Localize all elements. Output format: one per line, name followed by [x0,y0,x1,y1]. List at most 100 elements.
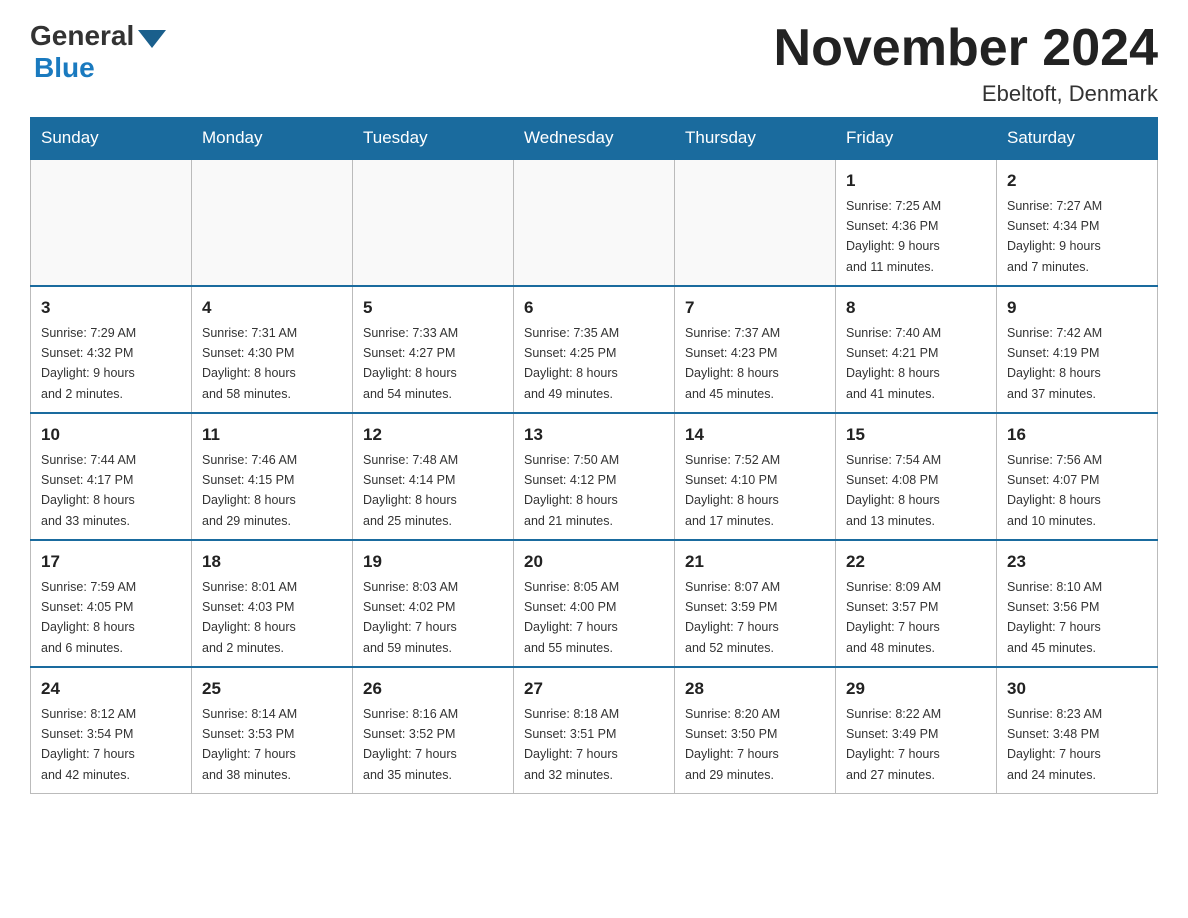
day-sun-info: Sunrise: 7:42 AM Sunset: 4:19 PM Dayligh… [1007,326,1102,401]
calendar-cell: 11 Sunrise: 7:46 AM Sunset: 4:15 PM Dayli… [192,413,353,540]
day-sun-info: Sunrise: 8:14 AM Sunset: 3:53 PM Dayligh… [202,707,297,782]
calendar-cell: 15 Sunrise: 7:54 AM Sunset: 4:08 PM Dayli… [836,413,997,540]
calendar-cell: 4 Sunrise: 7:31 AM Sunset: 4:30 PM Daylig… [192,286,353,413]
day-number: 5 [363,295,503,321]
calendar-cell: 17 Sunrise: 7:59 AM Sunset: 4:05 PM Dayli… [31,540,192,667]
day-sun-info: Sunrise: 8:12 AM Sunset: 3:54 PM Dayligh… [41,707,136,782]
calendar-cell: 24Sunrise: 8:12 AM Sunset: 3:54 PM Dayli… [31,667,192,794]
calendar-cell [514,159,675,286]
day-number: 6 [524,295,664,321]
calendar-week-row: 17 Sunrise: 7:59 AM Sunset: 4:05 PM Dayli… [31,540,1158,667]
day-sun-info: Sunrise: 8:01 AM Sunset: 4:03 PM Dayligh… [202,580,297,655]
day-number: 27 [524,676,664,702]
day-sun-info: Sunrise: 8:18 AM Sunset: 3:51 PM Dayligh… [524,707,619,782]
calendar-cell: 2 Sunrise: 7:27 AM Sunset: 4:34 PM Daylig… [997,159,1158,286]
day-sun-info: Sunrise: 7:50 AM Sunset: 4:12 PM Dayligh… [524,453,619,528]
day-sun-info: Sunrise: 8:07 AM Sunset: 3:59 PM Dayligh… [685,580,780,655]
day-number: 8 [846,295,986,321]
calendar-cell: 27 Sunrise: 8:18 AM Sunset: 3:51 PM Dayli… [514,667,675,794]
day-number: 26 [363,676,503,702]
calendar-cell [192,159,353,286]
day-number: 12 [363,422,503,448]
calendar-cell: 28Sunrise: 8:20 AM Sunset: 3:50 PM Dayli… [675,667,836,794]
day-number: 19 [363,549,503,575]
day-sun-info: Sunrise: 8:05 AM Sunset: 4:00 PM Dayligh… [524,580,619,655]
month-title: November 2024 [774,20,1158,77]
calendar-cell: 6Sunrise: 7:35 AM Sunset: 4:25 PM Daylig… [514,286,675,413]
weekday-header-wednesday: Wednesday [514,118,675,160]
day-number: 21 [685,549,825,575]
calendar-cell: 26Sunrise: 8:16 AM Sunset: 3:52 PM Dayli… [353,667,514,794]
day-number: 30 [1007,676,1147,702]
logo-general-text: General [30,20,134,52]
day-sun-info: Sunrise: 7:54 AM Sunset: 4:08 PM Dayligh… [846,453,941,528]
day-number: 4 [202,295,342,321]
logo: General Blue [30,20,166,84]
logo-triangle-icon [138,30,166,48]
weekday-header-friday: Friday [836,118,997,160]
day-sun-info: Sunrise: 8:23 AM Sunset: 3:48 PM Dayligh… [1007,707,1102,782]
day-sun-info: Sunrise: 7:27 AM Sunset: 4:34 PM Dayligh… [1007,199,1102,274]
day-number: 3 [41,295,181,321]
weekday-header-monday: Monday [192,118,353,160]
day-sun-info: Sunrise: 7:31 AM Sunset: 4:30 PM Dayligh… [202,326,297,401]
calendar-cell: 10 Sunrise: 7:44 AM Sunset: 4:17 PM Dayli… [31,413,192,540]
calendar-cell [675,159,836,286]
day-sun-info: Sunrise: 7:37 AM Sunset: 4:23 PM Dayligh… [685,326,780,401]
calendar-cell: 22 Sunrise: 8:09 AM Sunset: 3:57 PM Dayli… [836,540,997,667]
title-section: November 2024 Ebeltoft, Denmark [774,20,1158,107]
day-number: 29 [846,676,986,702]
day-sun-info: Sunrise: 7:44 AM Sunset: 4:17 PM Dayligh… [41,453,136,528]
day-number: 28 [685,676,825,702]
calendar-cell: 8Sunrise: 7:40 AM Sunset: 4:21 PM Daylig… [836,286,997,413]
calendar-cell [31,159,192,286]
day-number: 1 [846,168,986,194]
day-number: 7 [685,295,825,321]
calendar-cell: 7 Sunrise: 7:37 AM Sunset: 4:23 PM Daylig… [675,286,836,413]
calendar-cell: 23 Sunrise: 8:10 AM Sunset: 3:56 PM Dayli… [997,540,1158,667]
day-sun-info: Sunrise: 7:46 AM Sunset: 4:15 PM Dayligh… [202,453,297,528]
day-number: 16 [1007,422,1147,448]
calendar-week-row: 3 Sunrise: 7:29 AM Sunset: 4:32 PM Daylig… [31,286,1158,413]
day-number: 13 [524,422,664,448]
weekday-header-thursday: Thursday [675,118,836,160]
calendar-cell: 25 Sunrise: 8:14 AM Sunset: 3:53 PM Dayli… [192,667,353,794]
day-number: 25 [202,676,342,702]
day-sun-info: Sunrise: 8:10 AM Sunset: 3:56 PM Dayligh… [1007,580,1102,655]
day-number: 20 [524,549,664,575]
day-number: 11 [202,422,342,448]
calendar-week-row: 24Sunrise: 8:12 AM Sunset: 3:54 PM Dayli… [31,667,1158,794]
weekday-header-tuesday: Tuesday [353,118,514,160]
day-number: 14 [685,422,825,448]
day-sun-info: Sunrise: 7:29 AM Sunset: 4:32 PM Dayligh… [41,326,136,401]
day-number: 15 [846,422,986,448]
calendar-cell: 30 Sunrise: 8:23 AM Sunset: 3:48 PM Dayli… [997,667,1158,794]
weekday-header-saturday: Saturday [997,118,1158,160]
day-sun-info: Sunrise: 7:33 AM Sunset: 4:27 PM Dayligh… [363,326,458,401]
day-number: 22 [846,549,986,575]
calendar-cell: 14 Sunrise: 7:52 AM Sunset: 4:10 PM Dayli… [675,413,836,540]
calendar-week-row: 1 Sunrise: 7:25 AM Sunset: 4:36 PM Daylig… [31,159,1158,286]
calendar-week-row: 10 Sunrise: 7:44 AM Sunset: 4:17 PM Dayli… [31,413,1158,540]
day-sun-info: Sunrise: 8:22 AM Sunset: 3:49 PM Dayligh… [846,707,941,782]
day-number: 23 [1007,549,1147,575]
day-number: 10 [41,422,181,448]
day-sun-info: Sunrise: 7:52 AM Sunset: 4:10 PM Dayligh… [685,453,780,528]
day-sun-info: Sunrise: 8:09 AM Sunset: 3:57 PM Dayligh… [846,580,941,655]
calendar-cell: 18 Sunrise: 8:01 AM Sunset: 4:03 PM Dayli… [192,540,353,667]
calendar-cell: 3 Sunrise: 7:29 AM Sunset: 4:32 PM Daylig… [31,286,192,413]
calendar-cell: 19Sunrise: 8:03 AM Sunset: 4:02 PM Dayli… [353,540,514,667]
calendar-table: SundayMondayTuesdayWednesdayThursdayFrid… [30,117,1158,794]
logo-blue-text: Blue [34,52,95,84]
day-number: 2 [1007,168,1147,194]
day-number: 18 [202,549,342,575]
calendar-cell: 12Sunrise: 7:48 AM Sunset: 4:14 PM Dayli… [353,413,514,540]
day-sun-info: Sunrise: 7:59 AM Sunset: 4:05 PM Dayligh… [41,580,136,655]
calendar-cell: 13 Sunrise: 7:50 AM Sunset: 4:12 PM Dayli… [514,413,675,540]
day-sun-info: Sunrise: 7:25 AM Sunset: 4:36 PM Dayligh… [846,199,941,274]
calendar-cell: 9Sunrise: 7:42 AM Sunset: 4:19 PM Daylig… [997,286,1158,413]
calendar-cell: 29 Sunrise: 8:22 AM Sunset: 3:49 PM Dayli… [836,667,997,794]
location-label: Ebeltoft, Denmark [774,81,1158,107]
day-number: 17 [41,549,181,575]
calendar-cell: 20 Sunrise: 8:05 AM Sunset: 4:00 PM Dayli… [514,540,675,667]
